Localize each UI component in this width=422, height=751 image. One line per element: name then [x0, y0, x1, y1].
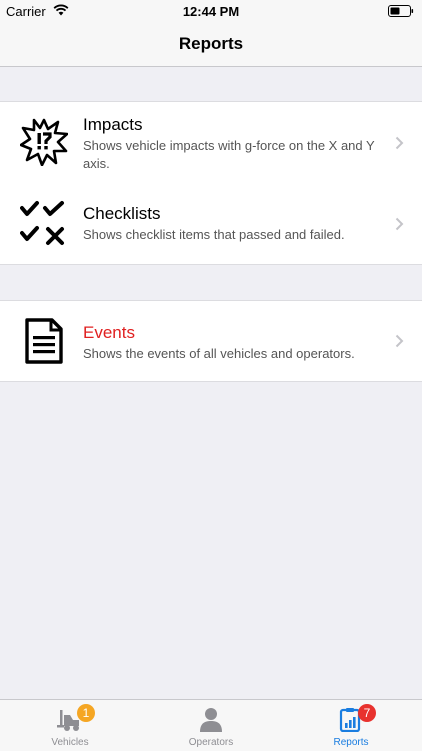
- checklist-icon: [20, 200, 68, 253]
- clock: 12:44 PM: [182, 4, 240, 19]
- chevron-right-icon: [395, 334, 404, 348]
- tab-label: Reports: [333, 737, 369, 748]
- report-title: Checklists: [83, 204, 161, 223]
- report-title: Events: [83, 323, 135, 342]
- navigation-bar: Reports: [0, 22, 422, 67]
- report-title: Impacts: [83, 115, 143, 134]
- status-bar: Carrier 12:44 PM: [0, 0, 422, 22]
- chevron-right-icon: [395, 217, 404, 231]
- chevron-right-icon: [395, 136, 404, 150]
- tab-bar: 1 Vehicles Operators 7 Reports: [0, 699, 422, 751]
- document-icon: [24, 317, 64, 370]
- tab-operators[interactable]: Operators: [141, 700, 281, 751]
- tab-label: Vehicles: [51, 737, 89, 748]
- reports-group-1: Impacts Shows vehicle impacts with g-for…: [0, 101, 422, 265]
- impact-icon: [19, 118, 69, 171]
- reports-group-2: Events Shows the events of all vehicles …: [0, 300, 422, 382]
- tab-label: Operators: [188, 737, 234, 748]
- page-title: Reports: [178, 34, 244, 53]
- reports-badge: 7: [358, 704, 376, 722]
- report-subtitle: Shows checklist items that passed and fa…: [83, 227, 345, 242]
- report-row-checklists[interactable]: Checklists Shows checklist items that pa…: [0, 183, 422, 264]
- report-subtitle: Shows the events of all vehicles and ope…: [83, 346, 355, 361]
- report-subtitle: Shows vehicle impacts with g-force on th…: [83, 138, 375, 171]
- person-icon: [200, 708, 222, 732]
- tab-reports[interactable]: 7 Reports: [281, 700, 421, 751]
- battery-icon: [388, 5, 414, 20]
- report-row-impacts[interactable]: Impacts Shows vehicle impacts with g-for…: [0, 102, 422, 183]
- vehicles-badge: 1: [77, 704, 95, 722]
- tab-vehicles[interactable]: 1 Vehicles: [0, 700, 140, 751]
- report-row-events[interactable]: Events Shows the events of all vehicles …: [0, 301, 422, 381]
